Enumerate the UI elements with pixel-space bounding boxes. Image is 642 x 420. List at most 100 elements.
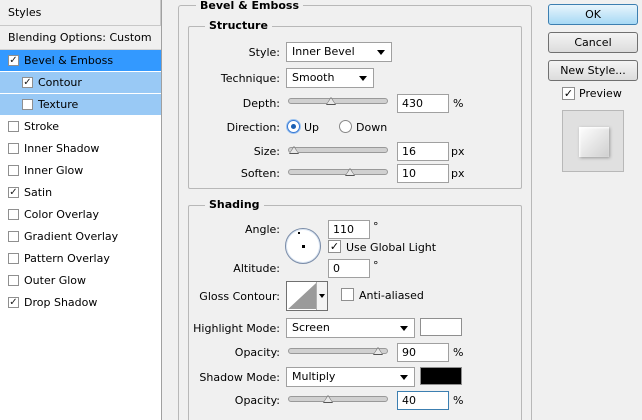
angle-dial[interactable] (285, 228, 321, 264)
size-slider[interactable] (288, 147, 388, 153)
soften-slider-thumb[interactable] (345, 168, 355, 176)
style-select[interactable]: Inner Bevel (286, 42, 392, 62)
style-item-inner-shadow[interactable]: Inner Shadow (0, 138, 161, 160)
style-label: Style: (248, 46, 280, 59)
direction-up-radio[interactable] (287, 120, 300, 133)
soften-label: Soften: (240, 167, 280, 180)
gloss-contour-label: Gloss Contour: (199, 290, 280, 303)
use-global-light-label[interactable]: Use Global Light (346, 241, 436, 254)
style-item-satin[interactable]: ✓ Satin (0, 182, 161, 204)
shadow-mode-label: Shadow Mode: (199, 371, 280, 384)
drop-shadow-checkbox[interactable]: ✓ (8, 297, 19, 308)
inner-glow-checkbox[interactable] (8, 165, 19, 176)
gradient-overlay-checkbox[interactable] (8, 231, 19, 242)
style-item-pattern-overlay[interactable]: Pattern Overlay (0, 248, 161, 270)
depth-input[interactable]: 430 (397, 94, 449, 113)
highlight-opacity-label: Opacity: (234, 346, 280, 359)
highlight-opacity-thumb[interactable] (373, 347, 383, 355)
color-overlay-checkbox[interactable] (8, 209, 19, 220)
outer-glow-checkbox[interactable] (8, 275, 19, 286)
panel-title: Bevel & Emboss (196, 0, 303, 12)
style-item-label: Texture (38, 98, 79, 111)
highlight-color-swatch[interactable] (420, 318, 462, 336)
style-item-label: Gradient Overlay (24, 230, 119, 243)
angle-label: Angle: (244, 223, 280, 236)
contour-preview-icon (288, 283, 316, 309)
shadow-mode-value: Multiply (292, 370, 336, 383)
technique-select[interactable]: Smooth (286, 68, 374, 88)
shadow-opacity-thumb[interactable] (323, 395, 333, 403)
style-item-label: Drop Shadow (24, 296, 98, 309)
depth-slider-thumb[interactable] (326, 97, 336, 105)
new-style-button[interactable]: New Style... (548, 60, 638, 81)
pattern-overlay-checkbox[interactable] (8, 253, 19, 264)
style-item-drop-shadow[interactable]: ✓ Drop Shadow (0, 292, 161, 314)
style-item-color-overlay[interactable]: Color Overlay (0, 204, 161, 226)
shadow-opacity-slider[interactable] (288, 396, 388, 402)
soften-input[interactable]: 10 (397, 164, 449, 183)
style-item-inner-glow[interactable]: Inner Glow (0, 160, 161, 182)
size-slider-thumb[interactable] (289, 146, 299, 154)
shadow-mode-select[interactable]: Multiply (286, 367, 415, 387)
chevron-down-icon (377, 50, 385, 55)
size-unit: px (451, 145, 465, 158)
direction-down-label[interactable]: Down (356, 121, 387, 134)
texture-checkbox[interactable] (22, 99, 33, 110)
shadow-opacity-input[interactable]: 40 (397, 391, 449, 410)
anti-aliased-label[interactable]: Anti-aliased (359, 289, 424, 302)
depth-slider[interactable] (288, 98, 388, 104)
bevel-emboss-checkbox[interactable]: ✓ (8, 55, 19, 66)
satin-checkbox[interactable]: ✓ (8, 187, 19, 198)
style-item-label: Contour (38, 76, 82, 89)
angle-unit: ° (373, 220, 379, 233)
soften-unit: px (451, 167, 465, 180)
chevron-down-icon (400, 375, 408, 380)
style-item-gradient-overlay[interactable]: Gradient Overlay (0, 226, 161, 248)
shadow-color-swatch[interactable] (420, 367, 462, 385)
styles-list: Styles Blending Options: Custom ✓ Bevel … (0, 0, 162, 420)
cancel-button[interactable]: Cancel (548, 32, 638, 53)
shading-title: Shading (205, 198, 264, 211)
contour-checkbox[interactable]: ✓ (22, 77, 33, 88)
angle-dial-center (302, 245, 305, 248)
style-item-label: Satin (24, 186, 53, 199)
style-select-value: Inner Bevel (292, 45, 355, 58)
size-label: Size: (253, 145, 280, 158)
gloss-contour-picker[interactable] (286, 281, 328, 311)
direction-down-radio[interactable] (339, 120, 352, 133)
chevron-down-icon (319, 294, 325, 298)
anti-aliased-checkbox[interactable] (341, 288, 354, 301)
style-item-label: Color Overlay (24, 208, 99, 221)
angle-dial-marker (298, 232, 300, 234)
shadow-opacity-unit: % (453, 394, 464, 407)
blending-options-item[interactable]: Blending Options: Custom (0, 26, 161, 50)
style-item-contour[interactable]: ✓ Contour (0, 72, 161, 94)
highlight-mode-select[interactable]: Screen (286, 318, 415, 338)
inner-shadow-checkbox[interactable] (8, 143, 19, 154)
angle-input[interactable]: 110 (328, 220, 370, 239)
stroke-checkbox[interactable] (8, 121, 19, 132)
preview-label[interactable]: Preview (579, 87, 622, 100)
style-item-bevel-emboss[interactable]: ✓ Bevel & Emboss (0, 50, 161, 72)
style-item-texture[interactable]: Texture (0, 94, 161, 116)
style-item-stroke[interactable]: Stroke (0, 116, 161, 138)
styles-header[interactable]: Styles (0, 0, 161, 26)
shadow-opacity-label: Opacity: (234, 394, 280, 407)
highlight-mode-value: Screen (292, 321, 330, 334)
style-preview (562, 110, 624, 172)
style-item-label: Outer Glow (24, 274, 87, 287)
highlight-opacity-input[interactable]: 90 (397, 343, 449, 362)
use-global-light-checkbox[interactable]: ✓ (328, 240, 341, 253)
direction-up-label[interactable]: Up (304, 121, 319, 134)
contour-dropdown[interactable] (316, 282, 327, 310)
size-input[interactable]: 16 (397, 142, 449, 161)
altitude-unit: ° (373, 259, 379, 272)
ok-button[interactable]: OK (548, 4, 638, 25)
style-item-label: Inner Glow (24, 164, 84, 177)
style-item-outer-glow[interactable]: Outer Glow (0, 270, 161, 292)
highlight-mode-label: Highlight Mode: (193, 322, 280, 335)
chevron-down-icon (400, 326, 408, 331)
preview-checkbox[interactable]: ✓ (562, 87, 575, 100)
soften-slider[interactable] (288, 169, 388, 175)
altitude-input[interactable]: 0 (328, 259, 370, 278)
